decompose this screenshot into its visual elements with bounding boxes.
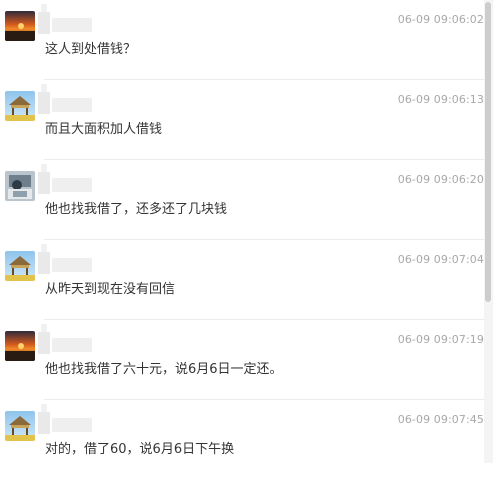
message-text: 他也找我借了，还多还了几块钱	[45, 202, 228, 217]
message-timestamp: 06-09 09:06:13	[397, 93, 484, 106]
message-list: 06-09 09:06:02 这人到处借钱？ 06-09 09:06:13 而且…	[0, 0, 484, 463]
message-text: 而且大面积加人借钱	[45, 122, 163, 137]
message-text: 从昨天到现在没有回信	[45, 282, 176, 297]
pavilion-avatar[interactable]	[5, 91, 35, 121]
message-item[interactable]: 06-09 09:06:02 这人到处借钱？	[0, 0, 484, 80]
sender-name-redacted	[38, 404, 98, 438]
message-item[interactable]: 06-09 09:07:04 从昨天到现在没有回信	[0, 240, 484, 320]
message-timestamp: 06-09 09:07:19	[397, 333, 484, 346]
message-timestamp: 06-09 09:06:02	[397, 13, 484, 26]
message-item[interactable]: 06-09 09:06:13 而且大面积加人借钱	[0, 80, 484, 160]
message-timestamp: 06-09 09:07:04	[397, 253, 484, 266]
message-item[interactable]: 06-09 09:07:19 他也找我借了六十元，说6月6日一定还。	[0, 320, 484, 400]
message-text: 他也找我借了六十元，说6月6日一定还。	[45, 362, 283, 377]
pavilion-avatar[interactable]	[5, 411, 35, 441]
sender-name-redacted	[38, 164, 98, 198]
sender-name-redacted	[38, 4, 98, 38]
sender-name-redacted	[38, 84, 98, 118]
sunset-avatar[interactable]	[5, 331, 35, 361]
message-timestamp: 06-09 09:07:45	[397, 413, 484, 426]
sender-name-redacted	[38, 244, 98, 278]
vertical-scrollbar[interactable]	[484, 0, 493, 463]
message-timestamp: 06-09 09:06:20	[397, 173, 484, 186]
message-item[interactable]: 06-09 09:07:45 对的，借了60，说6月6日下午换	[0, 400, 484, 480]
scrollbar-thumb[interactable]	[485, 2, 491, 302]
pavilion-avatar[interactable]	[5, 251, 35, 281]
sunset-avatar[interactable]	[5, 11, 35, 41]
message-text: 这人到处借钱？	[45, 42, 137, 57]
sender-name-redacted	[38, 324, 98, 358]
message-text: 对的，借了60，说6月6日下午换	[45, 442, 235, 457]
photo-avatar[interactable]	[5, 171, 35, 201]
message-item[interactable]: 06-09 09:06:20 他也找我借了，还多还了几块钱	[0, 160, 484, 240]
